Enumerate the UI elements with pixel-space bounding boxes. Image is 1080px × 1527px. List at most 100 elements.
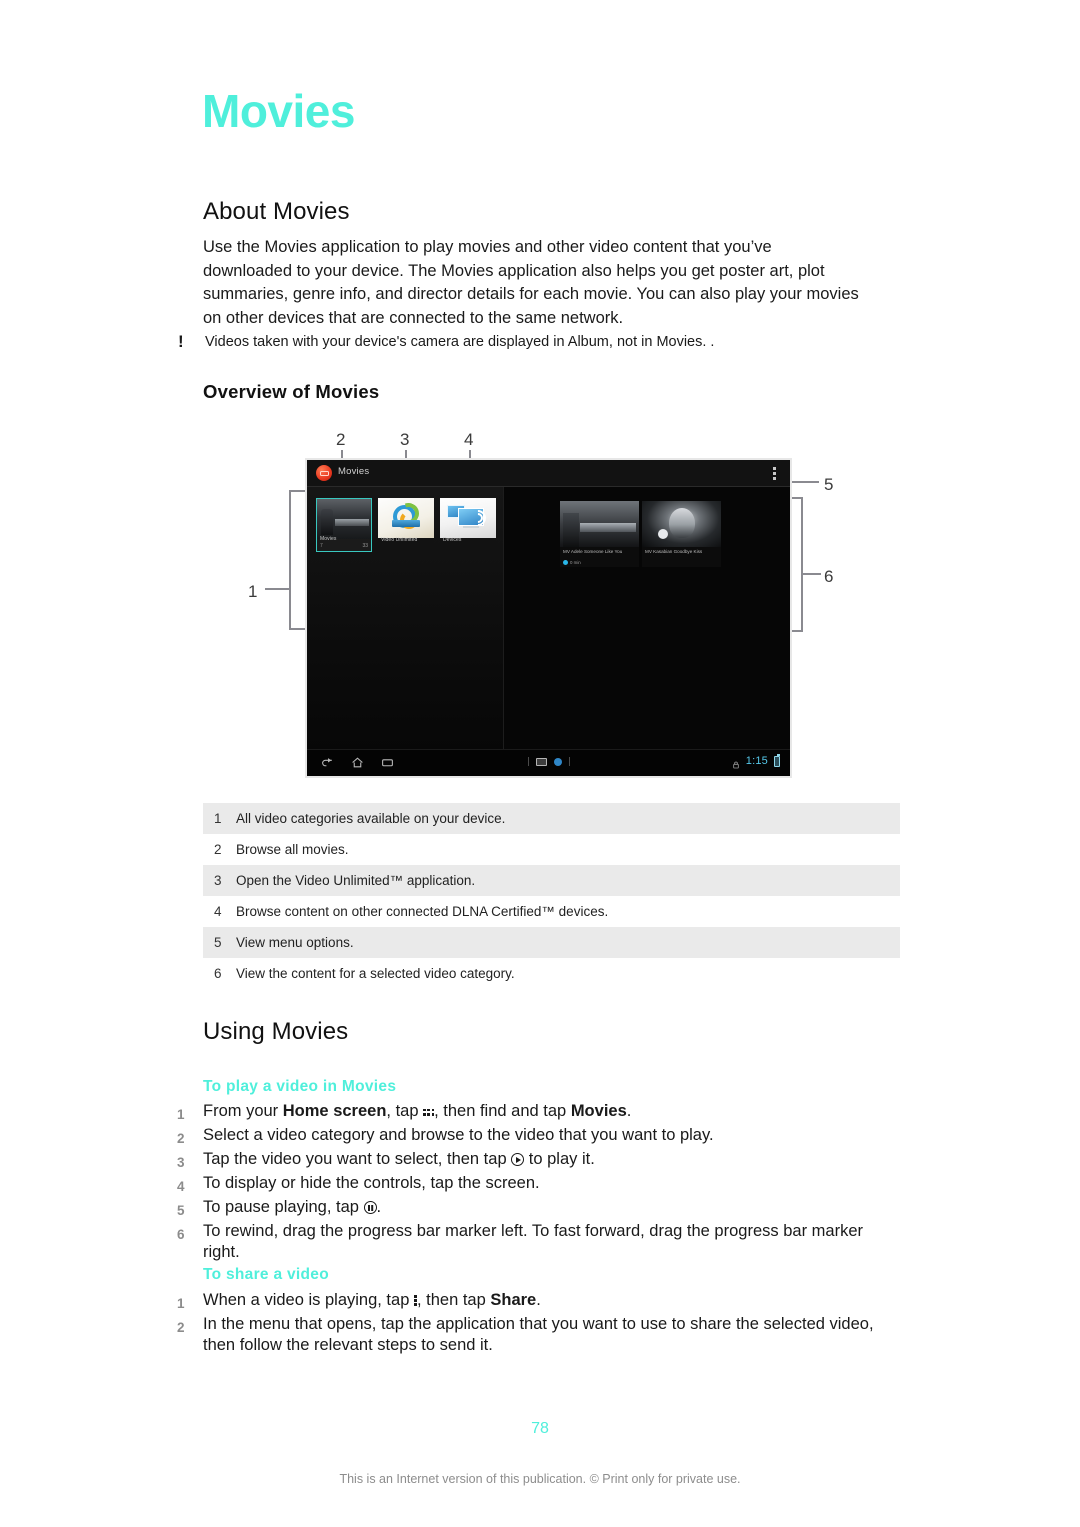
step-text: Select a video category and browse to th…	[203, 1126, 714, 1144]
footer-notice: This is an Internet version of this publ…	[339, 1472, 741, 1486]
system-navigation-bar: 1:15	[307, 749, 790, 776]
home-icon[interactable]	[351, 756, 364, 769]
movies-tile-icon	[317, 499, 371, 539]
video-card[interactable]: MV Adele Someone Like You 0 min	[560, 501, 639, 567]
note-block: ! Videos taken with your device's camera…	[178, 332, 878, 352]
step-number: 5	[177, 1203, 185, 1218]
step-number: 2	[177, 1320, 185, 1335]
devices-icon	[440, 498, 496, 538]
table-row: 3 Open the Video Unlimited™ application.	[203, 865, 900, 896]
leader-1-stem	[265, 588, 289, 590]
table-row: 5 View menu options.	[203, 927, 900, 958]
step-text: To pause playing, tap .	[203, 1198, 382, 1216]
video-thumbnail	[642, 501, 721, 547]
legend-text: Browse content on other connected DLNA C…	[236, 904, 609, 919]
tile-label: Devices	[443, 537, 462, 543]
emphasis-text: Movies	[570, 1102, 627, 1120]
step-number: 6	[177, 1227, 185, 1242]
emphasis-text: Share	[490, 1291, 537, 1309]
legend-text: View menu options.	[236, 935, 354, 950]
recent-apps-icon[interactable]	[381, 756, 394, 769]
status-divider	[568, 757, 570, 766]
step-text: When a video is playing, tap , then tap …	[203, 1291, 541, 1309]
callout-6: 6	[824, 567, 834, 586]
legend-text: All video categories available on your d…	[236, 811, 506, 826]
table-row: 1 All video categories available on your…	[203, 803, 900, 834]
about-movies-paragraph: Use the Movies application to play movie…	[203, 238, 859, 327]
leader-1-bracket	[289, 490, 291, 630]
battery-icon	[774, 754, 780, 767]
play-circle-icon	[511, 1153, 525, 1166]
overview-of-movies-heading: Overview of Movies	[203, 381, 380, 402]
video-badge: 0 min	[563, 560, 581, 565]
category-tile-devices[interactable]: Devices	[440, 498, 496, 552]
legend-number: 2	[214, 842, 222, 857]
table-row: 2 Browse all movies.	[203, 834, 900, 865]
legend-number: 3	[214, 873, 222, 888]
step-number: 3	[177, 1155, 185, 1170]
tile-label: Video Unlimited	[381, 537, 418, 543]
procedure-step: 1 When a video is playing, tap , then tap…	[177, 1290, 877, 1314]
emphasis-text: Home screen	[282, 1102, 387, 1120]
procedure-step: 3 Tap the video you want to select, then …	[177, 1149, 877, 1173]
about-movies-heading: About Movies	[203, 198, 350, 225]
step-number: 1	[177, 1107, 185, 1122]
legend-number: 5	[214, 935, 222, 950]
table-row: 4 Browse content on other connected DLNA…	[203, 896, 900, 927]
to-share-a-video-heading: To share a video	[203, 1266, 329, 1283]
back-icon[interactable]	[321, 756, 334, 769]
step-number: 2	[177, 1131, 185, 1146]
tablet-device-screenshot: Movies Movies 7 33 Video Unlimited Devic…	[305, 458, 792, 778]
table-row: 6 View the content for a selected video …	[203, 958, 900, 989]
step-text: To display or hide the controls, tap the…	[203, 1174, 540, 1192]
play-video-steps: 1 From your Home screen, tap , then find …	[177, 1101, 877, 1263]
callout-3: 3	[400, 430, 410, 449]
using-movies-heading: Using Movies	[203, 1018, 349, 1045]
legend-number: 1	[214, 811, 222, 826]
overflow-menu-icon[interactable]	[773, 467, 776, 480]
status-divider	[527, 757, 529, 766]
procedure-step: 2 Select a video category and browse to t…	[177, 1125, 877, 1149]
callout-4: 4	[464, 430, 474, 449]
content-pane: MV Adele Someone Like You 0 min MV Kasab…	[504, 487, 790, 750]
procedure-step: 2 In the menu that opens, tap the applica…	[177, 1314, 877, 1356]
step-number: 1	[177, 1296, 185, 1311]
category-tile-movies[interactable]: Movies 7 33	[316, 498, 372, 552]
movies-app-icon	[316, 465, 332, 481]
callout-1: 1	[248, 582, 258, 601]
category-tile-video-unlimited[interactable]: Video Unlimited	[378, 498, 434, 552]
video-badge-text: 0 min	[570, 560, 581, 565]
video-badge-dot	[563, 560, 568, 565]
app-drawer-grid-icon	[423, 1108, 434, 1117]
lock-icon	[732, 757, 740, 768]
note-text: Videos taken with your device's camera a…	[205, 334, 715, 350]
pause-circle-icon	[363, 1201, 377, 1214]
video-thumbnail	[560, 501, 639, 547]
video-title: MV Adele Someone Like You	[563, 549, 623, 554]
step-text: From your Home screen, tap , then find a…	[203, 1102, 632, 1120]
step-text: In the menu that opens, tap the applicat…	[203, 1315, 874, 1354]
app-bar: Movies	[307, 460, 790, 487]
categories-pane: Movies 7 33 Video Unlimited Devices	[307, 487, 504, 750]
legend-text: Browse all movies.	[236, 842, 349, 857]
legend-text: View the content for a selected video ca…	[236, 966, 515, 981]
video-card[interactable]: MV Kasabian Goodbye Kiss	[642, 501, 721, 567]
screen-capture-icon[interactable]	[535, 757, 547, 766]
document-page: Movies About Movies Use the Movies appli…	[0, 0, 1080, 1527]
legend-text: Open the Video Unlimited™ application.	[236, 873, 476, 888]
callout-2: 2	[336, 430, 346, 449]
legend-number: 6	[214, 966, 222, 981]
procedure-step: 6 To rewind, drag the progress bar marker…	[177, 1221, 877, 1263]
callout-5: 5	[824, 475, 834, 494]
step-text: To rewind, drag the progress bar marker …	[203, 1222, 863, 1261]
share-video-steps: 1 When a video is playing, tap , then tap…	[177, 1290, 877, 1356]
chapter-title: Movies	[202, 85, 355, 137]
status-clock: 1:15	[745, 755, 768, 767]
app-bar-title: Movies	[338, 466, 370, 477]
procedure-step: 5 To pause playing, tap .	[177, 1197, 877, 1221]
tile-corner-badge: 33	[362, 542, 368, 549]
globe-icon[interactable]	[553, 757, 562, 766]
page-number: 78	[531, 1420, 549, 1437]
leader-6-stem	[801, 573, 821, 575]
procedure-step: 1 From your Home screen, tap , then find …	[177, 1101, 877, 1125]
